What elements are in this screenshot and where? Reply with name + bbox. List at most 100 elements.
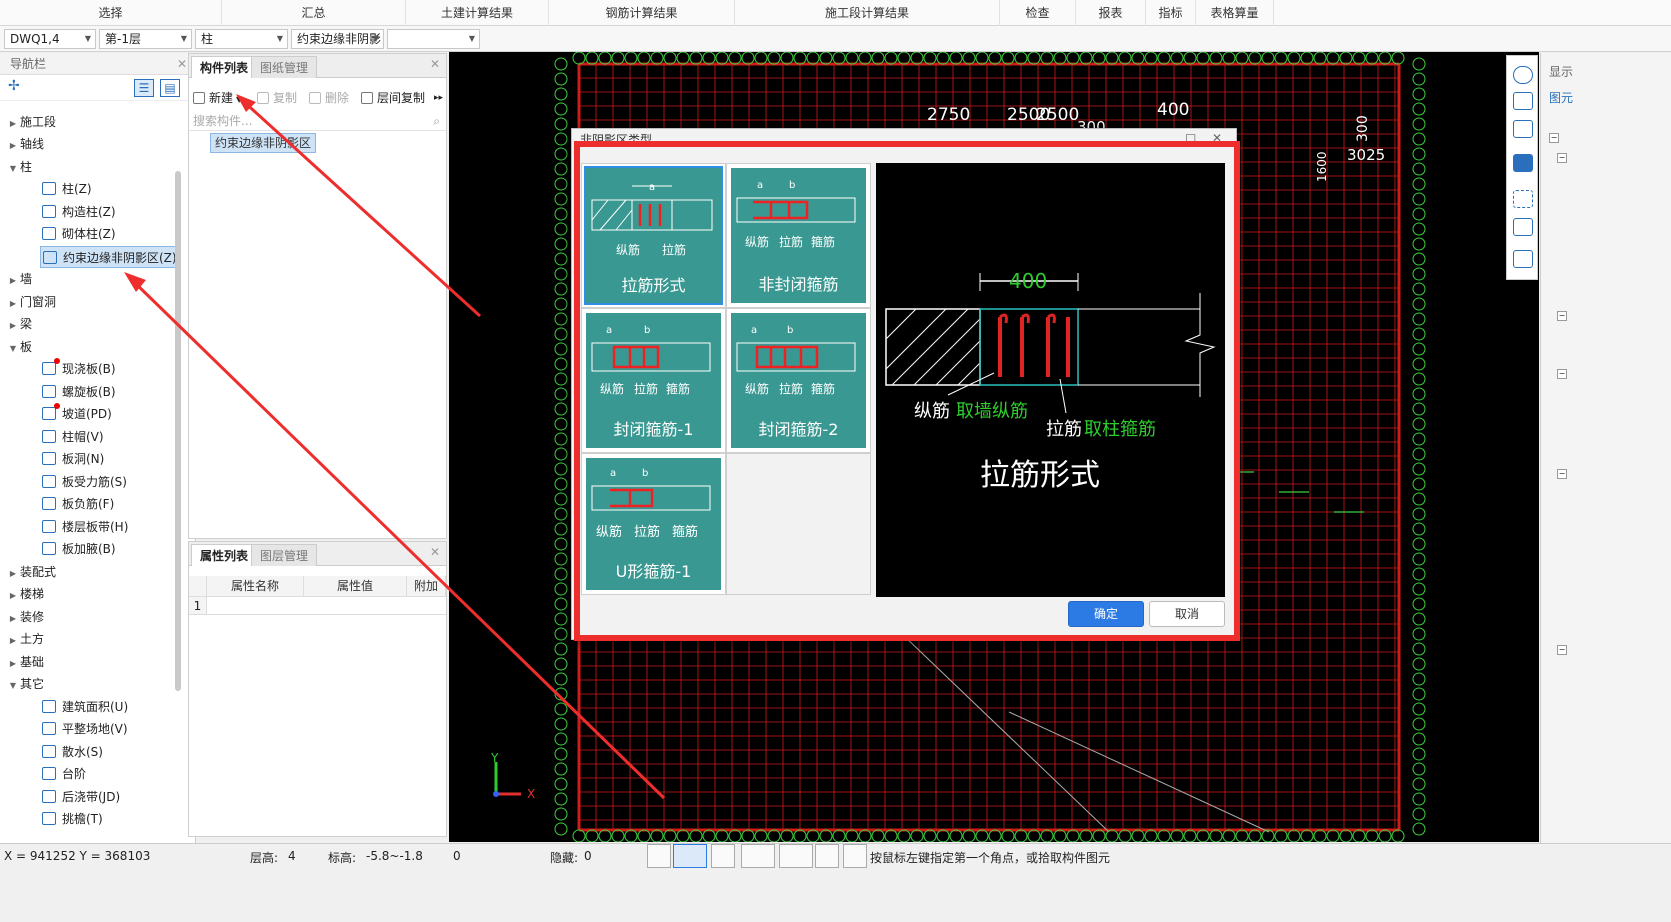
- collapse-icon[interactable]: −: [1549, 133, 1559, 143]
- nav-item-column[interactable]: 柱(Z): [42, 178, 92, 200]
- maximize-icon[interactable]: □: [1185, 131, 1196, 145]
- tab-elements[interactable]: 图元: [1549, 89, 1573, 106]
- nav-item-apron[interactable]: 散水(S): [42, 741, 103, 763]
- ribbon-tab-check[interactable]: 检查: [1000, 0, 1076, 26]
- component-item[interactable]: 约束边缘非阴影区: [210, 133, 317, 153]
- nav-item-ramp[interactable]: 坡道(PD): [42, 403, 112, 425]
- collapse-icon[interactable]: −: [1557, 469, 1567, 479]
- axis-bubble: [1412, 432, 1426, 446]
- collapse-icon[interactable]: −: [1557, 645, 1567, 655]
- nav-item-slab-haunch[interactable]: 板加腋(B): [42, 538, 116, 560]
- option-tie-form[interactable]: a 纵筋 拉筋 拉筋形式: [581, 163, 726, 308]
- nav-item-cast-slab[interactable]: 现浇板(B): [42, 358, 116, 380]
- option-closed-stirrup-2[interactable]: a b 纵筋 拉筋 箍筋 封闭箍筋-2: [726, 308, 871, 453]
- more-icon[interactable]: ▸▸: [434, 88, 443, 108]
- nav-group-earthwork[interactable]: ▶ 土方: [6, 628, 44, 650]
- fit-view-icon[interactable]: [1513, 190, 1533, 208]
- search-icon[interactable]: ⌕: [433, 111, 440, 131]
- ribbon-tab-select[interactable]: 选择: [0, 0, 222, 26]
- ribbon-tab-segment-result[interactable]: 施工段计算结果: [735, 0, 1000, 26]
- nav-group-axis[interactable]: ▶ 轴线: [6, 133, 44, 155]
- ribbon-tab-index[interactable]: 指标: [1146, 0, 1196, 26]
- display-settings-icon[interactable]: [1513, 250, 1533, 268]
- ortho-toggle-icon[interactable]: [647, 844, 671, 868]
- floor-select[interactable]: 第-1层 ▼: [99, 29, 192, 49]
- list-view-icon[interactable]: ☰: [134, 79, 154, 97]
- nav-item-building-area[interactable]: 建筑面积(U): [42, 696, 128, 718]
- nav-group-stairs[interactable]: ▶ 楼梯: [6, 583, 44, 605]
- nav-item-slab-negative-rebar[interactable]: 板负筋(F): [42, 493, 114, 515]
- nav-group-beam[interactable]: ▶ 梁: [6, 313, 32, 335]
- component-search-input[interactable]: 搜索构件... ⌕: [189, 111, 446, 131]
- floor-copy-button[interactable]: 层间复制: [361, 88, 425, 108]
- detail-view-icon[interactable]: ▤: [160, 79, 180, 97]
- ribbon-tab-rebar-result[interactable]: 钢筋计算结果: [549, 0, 735, 26]
- close-icon[interactable]: ✕: [430, 57, 440, 71]
- new-button[interactable]: 新建 ▼: [193, 88, 242, 108]
- tab-property-list[interactable]: 属性列表: [191, 544, 258, 566]
- ribbon-tab-summary[interactable]: 汇总: [222, 0, 406, 26]
- collapse-icon[interactable]: −: [1557, 153, 1567, 163]
- close-icon[interactable]: ✕: [177, 53, 187, 75]
- nav-group-prefab[interactable]: ▶ 装配式: [6, 561, 56, 583]
- drawing-select[interactable]: DWQ1,4 ▼: [4, 29, 96, 49]
- nav-item-eave[interactable]: 挑檐(T): [42, 808, 103, 830]
- component-name-select[interactable]: ▼: [387, 29, 480, 49]
- nav-item-masonry-column[interactable]: 砌体柱(Z): [42, 223, 116, 245]
- select-rect-icon[interactable]: [673, 844, 707, 868]
- angle-icon[interactable]: [741, 844, 775, 868]
- cross-select-icon[interactable]: [711, 844, 735, 868]
- close-icon[interactable]: ✕: [430, 545, 440, 559]
- nav-item-floor-slab-band[interactable]: 楼层板带(H): [42, 516, 128, 538]
- copy-button[interactable]: 复制: [257, 88, 297, 108]
- option-u-stirrup-1[interactable]: a b 纵筋 拉筋 箍筋 U形箍筋-1: [581, 453, 726, 595]
- nav-item-site-leveling[interactable]: 平整场地(V): [42, 718, 128, 740]
- nav-vertical-scrollbar[interactable]: [175, 171, 181, 691]
- axis-bubble: [1412, 657, 1426, 671]
- ribbon-tab-civil-result[interactable]: 土建计算结果: [406, 0, 549, 26]
- nav-group-wall[interactable]: ▶ 墙: [6, 268, 32, 290]
- nav-item-slab-hole[interactable]: 板洞(N): [42, 448, 104, 470]
- layer-icon[interactable]: [1513, 218, 1533, 236]
- nav-group-column[interactable]: ▼ 柱: [6, 156, 32, 178]
- grid-toggle-icon[interactable]: [815, 844, 839, 868]
- delete-button[interactable]: 删除: [309, 88, 349, 108]
- nav-group-construction-segment[interactable]: ▶ 施工段: [6, 111, 56, 133]
- option-closed-stirrup-1[interactable]: a b 纵筋 拉筋 箍筋 封闭箍筋-1: [581, 308, 726, 453]
- nav-item-post-pour-strip[interactable]: 后浇带(JD): [42, 786, 120, 808]
- 3d-view-icon[interactable]: [1513, 92, 1533, 110]
- collapse-icon[interactable]: −: [1557, 311, 1567, 321]
- nav-group-foundation[interactable]: ▶ 基础: [6, 651, 44, 673]
- ribbon-tab-report[interactable]: 报表: [1076, 0, 1146, 26]
- arc-icon[interactable]: [843, 844, 867, 868]
- nav-group-door-window[interactable]: ▶ 门窗洞: [6, 291, 56, 313]
- nav-item-structural-column[interactable]: 构造柱(Z): [42, 201, 116, 223]
- ok-button[interactable]: 确定: [1068, 601, 1144, 627]
- collapse-icon[interactable]: −: [1557, 369, 1567, 379]
- nav-group-other[interactable]: ▼ 其它: [6, 673, 44, 695]
- snap-icon[interactable]: [779, 844, 813, 868]
- table-row[interactable]: [207, 597, 446, 615]
- cube-icon[interactable]: [1513, 120, 1533, 138]
- pin-icon[interactable]: ✢: [8, 78, 20, 94]
- tab-drawing-management[interactable]: 图纸管理: [251, 56, 318, 78]
- axis-bubble: [1274, 829, 1288, 842]
- solid-cube-icon[interactable]: [1513, 154, 1533, 172]
- nav-item-column-cap[interactable]: 柱帽(V): [42, 426, 104, 448]
- nav-item-boundary-non-shadow[interactable]: 约束边缘非阴影区(Z): [40, 246, 180, 268]
- category-select[interactable]: 柱 ▼: [195, 29, 288, 49]
- nav-item-steps[interactable]: 台阶: [42, 763, 86, 785]
- nav-item-slab-main-rebar[interactable]: 板受力筋(S): [42, 471, 127, 493]
- cancel-button[interactable]: 取消: [1149, 601, 1225, 627]
- close-icon[interactable]: ✕: [1212, 131, 1222, 145]
- orbit-icon[interactable]: [1513, 66, 1533, 84]
- nav-item-spiral-slab[interactable]: 螺旋板(B): [42, 381, 116, 403]
- nav-group-slab[interactable]: ▼ 板: [6, 336, 32, 358]
- option-open-stirrup[interactable]: a b 纵筋 拉筋 箍筋 非封闭箍筋: [726, 163, 871, 308]
- nav-group-decoration[interactable]: ▶ 装修: [6, 606, 44, 628]
- component-type-select[interactable]: 约束边缘非阴影 ▼: [291, 29, 384, 49]
- tab-layer-management[interactable]: 图层管理: [251, 544, 318, 566]
- ribbon-tab-table-quantity[interactable]: 表格算量: [1196, 0, 1274, 26]
- axis-bubble: [1412, 492, 1426, 506]
- tab-component-list[interactable]: 构件列表: [191, 56, 258, 78]
